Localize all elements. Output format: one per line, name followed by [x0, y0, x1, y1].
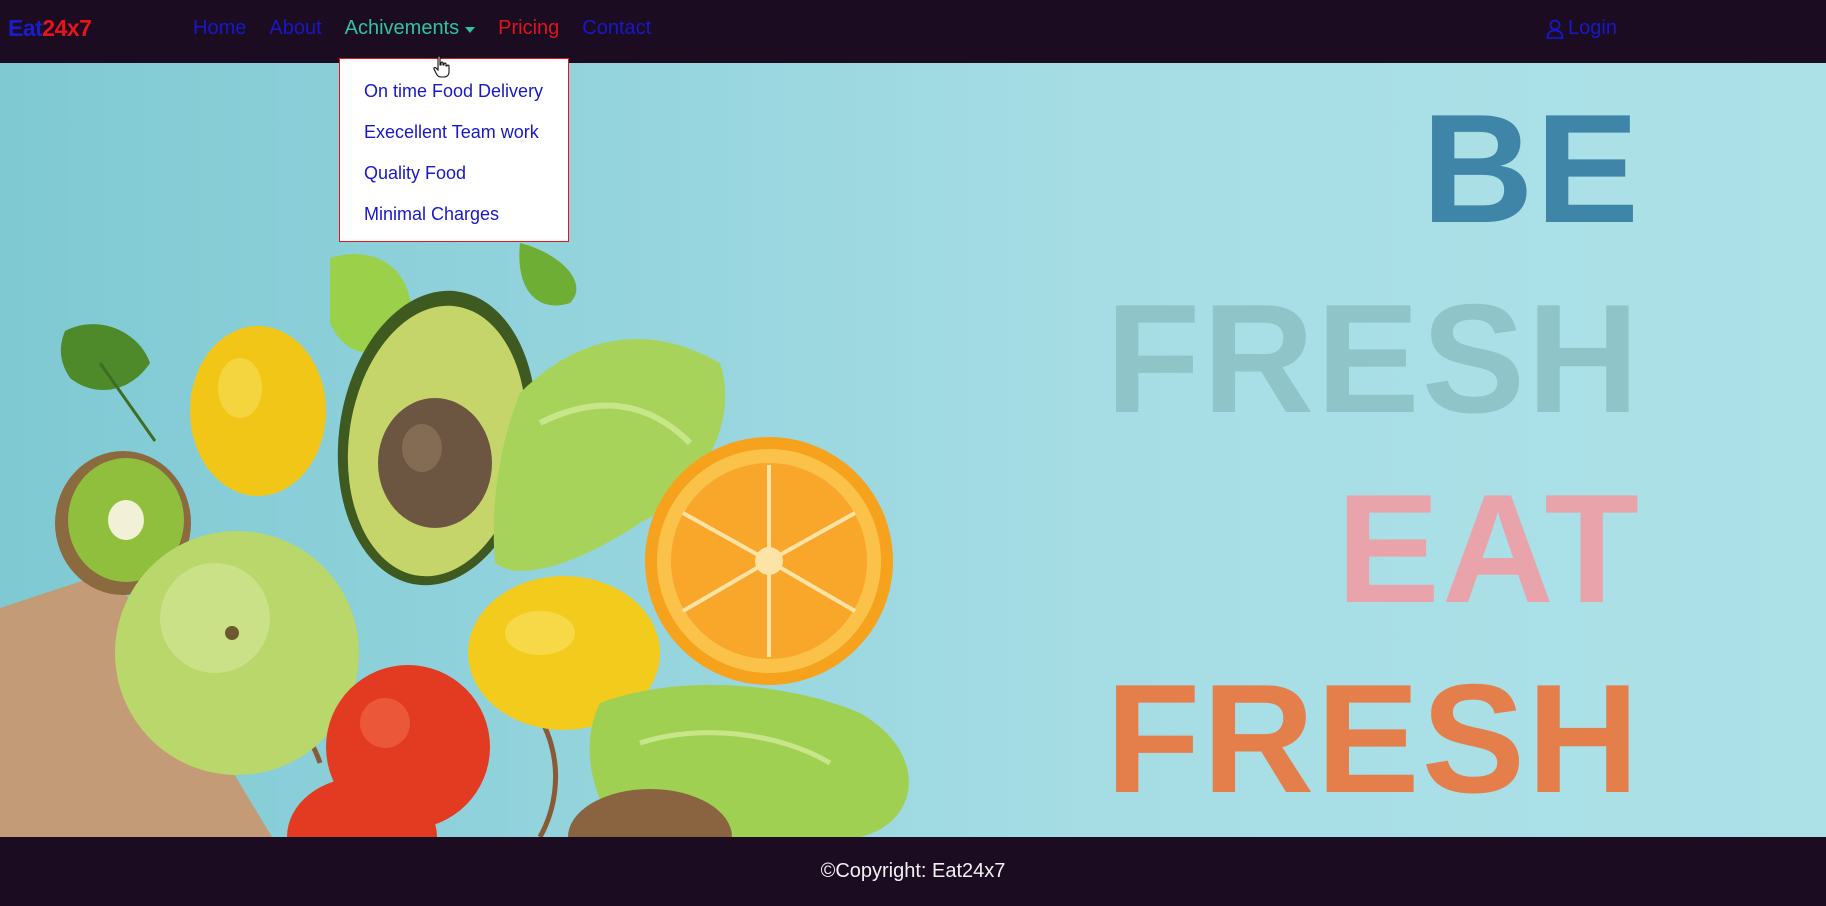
page: Eat24x7 Home About Achivements Pricing C… [0, 0, 1826, 906]
slogan-line-4: FRESH [1105, 652, 1641, 825]
login-label: Login [1568, 17, 1617, 39]
dropdown-item-team-work[interactable]: Execellent Team work [340, 112, 568, 153]
footer-copyright: ©Copyright: Eat24x7 [820, 860, 1006, 882]
brand-logo[interactable]: Eat24x7 [8, 15, 92, 42]
caret-down-icon [465, 26, 476, 33]
dropdown-item-minimal-charges[interactable]: Minimal Charges [340, 194, 568, 235]
brand-part-24x7: 24x7 [42, 15, 92, 41]
hero-banner: BE FRESH EAT FRESH [0, 63, 1826, 837]
dropdown-item-quality-food[interactable]: Quality Food [340, 153, 568, 194]
nav-links: Home About Achivements Pricing Contact [193, 17, 674, 40]
slogan-line-1: BE [1421, 82, 1641, 255]
achievements-dropdown-menu: On time Food Delivery Execellent Team wo… [339, 58, 569, 242]
nav-achievements-dropdown-toggle[interactable]: Achivements [345, 17, 476, 40]
dropdown-item-on-time-delivery[interactable]: On time Food Delivery [340, 71, 568, 112]
nav-contact-link[interactable]: Contact [582, 17, 651, 40]
footer: ©Copyright: Eat24x7 [0, 837, 1826, 906]
nav-pricing-link[interactable]: Pricing [498, 17, 559, 40]
login-link[interactable]: Login [1546, 17, 1617, 40]
nav-about-link[interactable]: About [269, 17, 321, 40]
slogan-line-2: FRESH [1105, 272, 1641, 445]
brand-part-eat: Eat [8, 15, 43, 41]
nav-achievements-label: Achivements [344, 17, 460, 39]
slogan-line-3: EAT [1336, 462, 1641, 635]
navbar: Eat24x7 Home About Achivements Pricing C… [0, 0, 1826, 63]
hand-pointer-icon [433, 55, 450, 78]
user-icon [1546, 19, 1564, 39]
nav-home-link[interactable]: Home [193, 17, 246, 40]
